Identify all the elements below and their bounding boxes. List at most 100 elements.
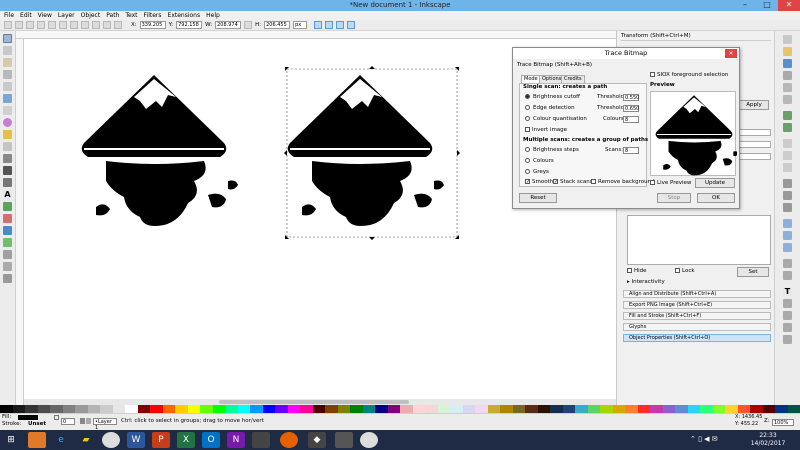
threshold-field-2[interactable]: 0.650	[623, 105, 639, 112]
menu-filters[interactable]: Filters	[144, 12, 162, 19]
interactivity-expander[interactable]: ▸ Interactivity	[627, 278, 665, 286]
scrollbar-thumb[interactable]	[219, 400, 409, 404]
layer-lock-icon[interactable]	[86, 418, 91, 424]
selector-tool-icon[interactable]	[3, 34, 12, 43]
align-icon[interactable]	[783, 323, 792, 332]
palette-swatch[interactable]	[650, 405, 663, 413]
x-field[interactable]: 339.205	[139, 21, 166, 29]
rectangle-tool-icon[interactable]	[3, 94, 12, 103]
eraser-tool-icon[interactable]	[3, 214, 12, 223]
panel-glyphs[interactable]: Glyphs	[623, 323, 771, 331]
zoom-field[interactable]: 100%	[772, 419, 794, 426]
flip-v-icon[interactable]	[70, 21, 78, 29]
palette-swatch[interactable]	[687, 405, 700, 413]
lock-icon[interactable]	[244, 21, 253, 29]
live-preview-checkbox[interactable]: Live Preview	[650, 179, 691, 187]
import-icon[interactable]	[783, 83, 792, 92]
palette-swatch[interactable]	[462, 405, 475, 413]
palette-swatch[interactable]	[0, 405, 13, 413]
hide-checkbox[interactable]: Hide	[627, 267, 647, 275]
print-icon[interactable]	[783, 71, 792, 80]
palette-swatch[interactable]	[12, 405, 25, 413]
menu-file[interactable]: File	[4, 12, 14, 19]
palette-swatch[interactable]	[337, 405, 350, 413]
zoom-page-icon[interactable]	[783, 203, 792, 212]
node-tool-icon[interactable]	[3, 46, 12, 55]
palette-swatch[interactable]	[412, 405, 425, 413]
flip-h-icon[interactable]	[59, 21, 67, 29]
palette-swatch[interactable]	[387, 405, 400, 413]
palette-swatch[interactable]	[112, 405, 125, 413]
inkscape-taskbar-icon[interactable]: ◆	[308, 432, 326, 448]
move-gradients-icon[interactable]	[336, 21, 345, 29]
star-tool-icon[interactable]	[3, 130, 12, 139]
palette-swatch[interactable]	[362, 405, 375, 413]
menu-text[interactable]: Text	[125, 12, 137, 19]
smooth-checkbox[interactable]: ✓ Smooth	[525, 178, 553, 186]
palette-swatch[interactable]	[50, 405, 63, 413]
raise-icon[interactable]	[92, 21, 100, 29]
dropper-tool-icon[interactable]	[3, 262, 12, 271]
box-3d-tool-icon[interactable]	[3, 106, 12, 115]
tab-credits[interactable]: Credits	[561, 75, 585, 83]
palette-swatch[interactable]	[600, 405, 613, 413]
brightness-steps-radio[interactable]: Brightness steps	[525, 146, 579, 154]
scale-stroke-icon[interactable]	[314, 21, 323, 29]
text-tool-icon[interactable]: A	[3, 190, 12, 199]
colours-radio[interactable]: Colours	[525, 157, 554, 165]
palette-swatch[interactable]	[612, 405, 625, 413]
outlook-icon[interactable]: O	[202, 432, 220, 448]
colour-quantisation-radio[interactable]: Colour quantisation	[525, 115, 587, 123]
palette-swatch[interactable]	[512, 405, 525, 413]
palette-swatch[interactable]	[762, 405, 775, 413]
spiral-tool-icon[interactable]	[3, 142, 12, 151]
dialog-close-icon[interactable]: ✕	[725, 49, 737, 58]
palette-swatch[interactable]	[162, 405, 175, 413]
palette-swatch[interactable]	[137, 405, 150, 413]
stack-scans-checkbox[interactable]: ✓ Stack scans	[553, 178, 593, 186]
colours-field[interactable]: 8	[623, 116, 639, 123]
panel-object-properties[interactable]: Object Properties (Shift+Ctrl+O)	[623, 334, 771, 342]
ok-button[interactable]: OK	[697, 193, 735, 203]
paint-bucket-tool-icon[interactable]	[3, 226, 12, 235]
palette-swatch[interactable]	[637, 405, 650, 413]
palette-swatch[interactable]	[25, 405, 38, 413]
palette-swatch[interactable]	[312, 405, 325, 413]
rotate-cw-icon[interactable]	[48, 21, 56, 29]
text-font-icon[interactable]: T	[783, 287, 792, 296]
new-document-icon[interactable]	[783, 35, 792, 44]
palette-swatch[interactable]	[750, 405, 763, 413]
palette-swatch[interactable]	[350, 405, 363, 413]
palette-swatch[interactable]	[375, 405, 388, 413]
lower-bottom-icon[interactable]	[114, 21, 122, 29]
redo-icon[interactable]	[783, 123, 792, 132]
palette-swatch[interactable]	[525, 405, 538, 413]
palette-swatch[interactable]	[87, 405, 100, 413]
app-icon-3[interactable]	[335, 432, 353, 448]
object-id-field[interactable]	[739, 129, 771, 136]
ie-icon[interactable]: e	[52, 432, 70, 448]
duplicate-icon[interactable]	[783, 219, 792, 228]
palette-swatch[interactable]	[125, 405, 138, 413]
unlink-clone-icon[interactable]	[783, 243, 792, 252]
word-icon[interactable]: W	[127, 432, 145, 448]
app-icon-2[interactable]	[252, 432, 270, 448]
layer-select[interactable]: •Layer 1	[93, 418, 117, 431]
palette-swatch[interactable]	[425, 405, 438, 413]
gradient-tool-icon[interactable]	[3, 238, 12, 247]
layers-icon[interactable]	[783, 299, 792, 308]
object-title-field[interactable]	[739, 153, 771, 160]
reset-button[interactable]: Reset	[519, 193, 557, 203]
select-all-layers-icon[interactable]	[15, 21, 23, 29]
palette-swatch[interactable]	[200, 405, 213, 413]
palette-swatch[interactable]	[187, 405, 200, 413]
palette-swatch[interactable]	[537, 405, 550, 413]
siox-checkbox[interactable]: SIOX foreground selection	[650, 71, 728, 79]
brightness-cutoff-radio[interactable]: Brightness cutoff	[525, 93, 580, 101]
rotate-ccw-icon[interactable]	[37, 21, 45, 29]
update-button[interactable]: Update	[695, 178, 735, 188]
palette-swatch[interactable]	[325, 405, 338, 413]
move-patterns-icon[interactable]	[347, 21, 356, 29]
palette-swatch[interactable]	[625, 405, 638, 413]
lower-icon[interactable]	[103, 21, 111, 29]
